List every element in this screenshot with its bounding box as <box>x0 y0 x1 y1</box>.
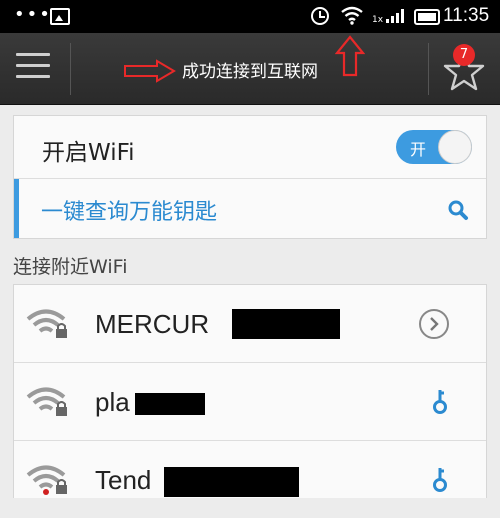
search-icon[interactable] <box>447 199 469 221</box>
wifi-locked-icon <box>26 309 67 338</box>
network-row[interactable]: pla <box>14 363 486 441</box>
wifi-toggle-row: 开启WiFi 开 <box>14 116 486 179</box>
network-name: Tend <box>95 465 152 495</box>
wifi-locked-icon <box>26 465 67 495</box>
wifi-toggle-switch[interactable]: 开 <box>396 130 472 164</box>
key-icon[interactable] <box>432 467 448 493</box>
redaction-block <box>232 309 340 339</box>
wifi-icon <box>341 6 363 25</box>
chevron-right-icon[interactable] <box>419 309 449 339</box>
network-name: MERCUR <box>95 309 210 339</box>
status-time: 11:35 <box>443 5 490 26</box>
action-bar: 成功连接到互联网 <box>0 33 500 105</box>
divider <box>428 43 429 95</box>
divider <box>70 43 71 95</box>
wifi-locked-icon <box>26 387 67 416</box>
toggle-knob <box>438 130 472 164</box>
wifi-settings-card: 开启WiFi 开 一键查询万能钥匙 <box>13 115 487 239</box>
network-name: pla <box>95 387 130 417</box>
battery-icon <box>414 9 440 25</box>
key-icon[interactable] <box>432 389 448 415</box>
network-row[interactable]: MERCUR <box>14 285 486 363</box>
image-notification-icon <box>50 8 70 25</box>
master-key-label: 一键查询万能钥匙 <box>41 200 218 225</box>
nearby-section-title: 连接附近WiFi <box>13 256 128 278</box>
overflow-dots-icon: ••• <box>14 4 52 25</box>
arrow-up-icon <box>335 35 365 77</box>
arrow-right-icon <box>124 59 176 83</box>
alarm-icon <box>311 7 329 25</box>
wifi-toggle-label: 开启WiFi <box>42 140 135 166</box>
redaction-block <box>135 393 205 415</box>
page-title: 成功连接到互联网 <box>182 62 318 82</box>
network-list: MERCUR pla Tend <box>13 284 487 498</box>
network-row[interactable]: Tend <box>14 441 486 518</box>
signal-icon: 1x <box>372 9 404 24</box>
toggle-state-label: 开 <box>410 140 427 159</box>
notification-badge: 7 <box>453 44 475 66</box>
menu-icon[interactable] <box>16 53 50 81</box>
redaction-block <box>164 467 299 497</box>
svg-text:1x: 1x <box>372 15 384 24</box>
status-bar: ••• 1x 11:35 <box>0 0 500 33</box>
master-key-row[interactable]: 一键查询万能钥匙 <box>14 179 486 238</box>
